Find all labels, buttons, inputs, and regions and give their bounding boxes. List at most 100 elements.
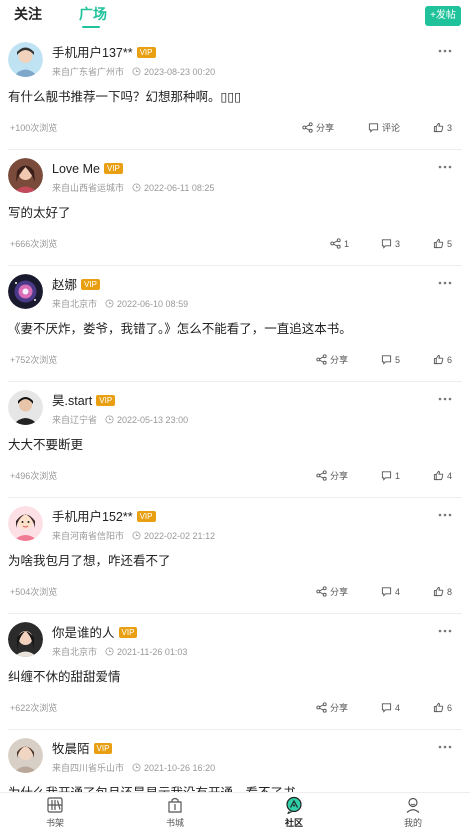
share-button[interactable]: 分享 (316, 702, 348, 714)
post-content[interactable]: 《妻不厌炸，娄爷，我错了。》怎么不能看了，一直追这本书。 (8, 321, 352, 337)
comment-button[interactable]: 1 (381, 470, 400, 482)
share-icon (316, 354, 327, 365)
post-meta: 来自辽宁省 2022-05-13 23:00 (52, 415, 189, 425)
share-icon (316, 702, 327, 713)
vip-badge: VIP (118, 627, 138, 638)
like-button[interactable]: 8 (433, 586, 452, 598)
share-button[interactable]: 1 (330, 238, 349, 250)
like-button[interactable]: 5 (433, 238, 452, 250)
username[interactable]: 手机用户152** VIP (52, 510, 156, 524)
more-options-icon[interactable] (438, 512, 452, 518)
post-item[interactable]: 你是谁的人 VIP 来自北京市 2021-11-26 01:03 纠缠不休的甜甜爱情… (0, 614, 470, 730)
more-options-icon[interactable] (438, 744, 452, 750)
comment-button[interactable]: 4 (381, 702, 400, 714)
like-button[interactable]: 6 (433, 702, 452, 714)
comment-icon (381, 239, 392, 249)
username[interactable]: 手机用户137** VIP (52, 46, 156, 60)
share-button[interactable]: 分享 (316, 586, 348, 598)
share-icon (302, 122, 313, 133)
share-button[interactable]: 分享 (302, 122, 334, 134)
post-content[interactable]: 为啥我包月了想，咋还看不了 (8, 553, 171, 569)
comment-icon (381, 703, 392, 713)
clock-icon (105, 647, 114, 656)
top-bar: 关注 广场 +发帖 (0, 0, 470, 32)
avatar[interactable] (8, 42, 43, 77)
view-count: +496次浏览 (10, 471, 58, 481)
nav-community[interactable]: 社区 (264, 796, 324, 829)
comment-button[interactable]: 评论 (368, 122, 400, 134)
tab-square[interactable]: 广场 (79, 6, 107, 22)
view-count: +504次浏览 (10, 587, 58, 597)
comment-button[interactable]: 5 (381, 354, 400, 366)
thumbs-up-icon (433, 122, 444, 133)
share-button[interactable]: 分享 (316, 354, 348, 366)
more-options-icon[interactable] (438, 164, 452, 170)
thumbs-up-icon (433, 702, 444, 713)
more-options-icon[interactable] (438, 628, 452, 634)
post-item[interactable]: Love Me VIP 来自山西省运城市 2022-06-11 08:25 写的太好… (0, 150, 470, 266)
share-icon (316, 586, 327, 597)
vip-badge: VIP (81, 279, 100, 290)
bookshelf-icon (47, 797, 63, 813)
thumbs-up-icon (433, 586, 444, 597)
username[interactable]: 赵娜 VIP (52, 278, 100, 292)
post-meta: 来自山西省运城市 2022-06-11 08:25 (52, 183, 215, 193)
username[interactable]: 牧晨陌 VIP (52, 742, 113, 756)
post-item[interactable]: 手机用户152** VIP 来自河南省信阳市 2022-02-02 21:12 为啥… (0, 498, 470, 614)
post-meta: 来自北京市 2021-11-26 01:03 (52, 647, 188, 657)
post-meta: 来自广东省广州市 2023-08-23 00:20 (52, 67, 216, 77)
active-tab-indicator (82, 26, 100, 28)
avatar[interactable] (8, 274, 43, 309)
share-icon (316, 470, 327, 481)
post-content[interactable]: 纠缠不休的甜甜爱情 (8, 669, 121, 685)
share-button[interactable]: 分享 (316, 470, 348, 482)
post-content[interactable]: 大大不要断更 (8, 437, 83, 453)
vip-badge: VIP (136, 47, 156, 58)
comment-button[interactable]: 4 (381, 586, 400, 598)
like-button[interactable]: 3 (433, 122, 452, 134)
view-count: +666次浏览 (10, 239, 58, 249)
more-options-icon[interactable] (438, 280, 452, 286)
username[interactable]: 你是谁的人 VIP (52, 626, 138, 640)
comment-button[interactable]: 3 (381, 238, 400, 250)
profile-icon (406, 797, 420, 813)
username[interactable]: 昊.start VIP (52, 394, 116, 408)
username[interactable]: Love Me VIP (52, 162, 123, 176)
post-meta: 来自北京市 2022-06-10 08:59 (52, 299, 189, 309)
more-options-icon[interactable] (438, 48, 452, 54)
nav-bookshelf[interactable]: 书架 (25, 796, 85, 829)
comment-icon (368, 123, 379, 133)
nav-profile[interactable]: 我的 (383, 796, 443, 829)
post-content[interactable]: 有什么靓书推荐一下吗？幻想那种啊。▯▯▯ (8, 89, 241, 105)
clock-icon (132, 531, 141, 540)
avatar[interactable] (8, 390, 43, 425)
avatar[interactable] (8, 622, 43, 657)
vip-badge: VIP (103, 163, 123, 174)
like-button[interactable]: 4 (433, 470, 452, 482)
comment-icon (381, 355, 392, 365)
avatar[interactable] (8, 158, 43, 193)
clock-icon (132, 763, 141, 772)
view-count: +100次浏览 (10, 123, 58, 133)
avatar[interactable] (8, 506, 43, 541)
clock-icon (105, 415, 114, 424)
post-feed[interactable]: 手机用户137** VIP 来自广东省广州市 2023-08-23 00:20 有什… (0, 34, 470, 830)
bottom-nav: 书架 书城 社区 我的 (0, 792, 470, 830)
post-item[interactable]: 赵娜 VIP 来自北京市 2022-06-10 08:59 《妻不厌炸，娄爷，我错了… (0, 266, 470, 382)
post-item[interactable]: 昊.start VIP 来自辽宁省 2022-05-13 23:00 大大不要断更 … (0, 382, 470, 498)
post-meta: 来自河南省信阳市 2022-02-02 21:12 (52, 531, 216, 541)
post-meta: 来自四川省乐山市 2021-10-26 16:20 (52, 763, 216, 773)
avatar[interactable] (8, 738, 43, 773)
clock-icon (132, 67, 141, 76)
vip-badge: VIP (93, 743, 113, 754)
more-options-icon[interactable] (438, 396, 452, 402)
tab-follow[interactable]: 关注 (14, 6, 42, 22)
new-post-button[interactable]: +发帖 (425, 6, 461, 26)
view-count: +622次浏览 (10, 703, 58, 713)
like-button[interactable]: 6 (433, 354, 452, 366)
post-item[interactable]: 手机用户137** VIP 来自广东省广州市 2023-08-23 00:20 有什… (0, 34, 470, 150)
clock-icon (105, 299, 114, 308)
vip-badge: VIP (136, 511, 156, 522)
post-content[interactable]: 写的太好了 (8, 205, 71, 221)
nav-bookstore[interactable]: 书城 (145, 796, 205, 829)
